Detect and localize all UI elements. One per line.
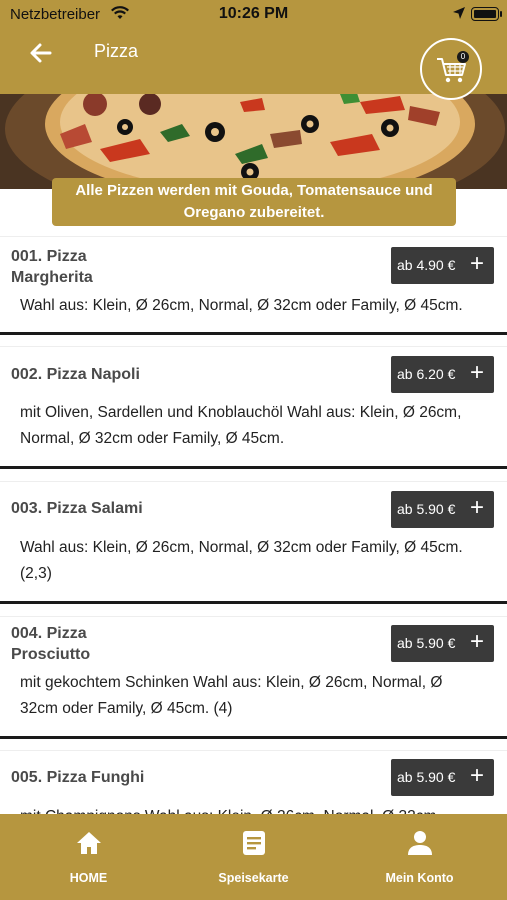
price-label: ab 5.90 € — [397, 635, 456, 651]
item-description: Wahl aus: Klein, Ø 26cm, Normal, Ø 32cm … — [20, 535, 502, 587]
plus-icon: + — [470, 359, 485, 386]
clock: 10:26 PM — [218, 5, 289, 22]
price-label: ab 4.90 € — [397, 257, 456, 273]
user-icon — [408, 831, 432, 855]
info-banner-line2: Oregano zubereitet. — [183, 204, 325, 221]
item-description: mit gekochtem Schinken Wahl aus: Klein, … — [20, 670, 502, 722]
nav-menu[interactable]: Speisekarte — [169, 814, 338, 900]
item-name: 003. Pizza Salami — [11, 498, 211, 519]
cart-button[interactable]: 0 — [420, 38, 482, 100]
nav-menu-label: Speisekarte — [218, 871, 289, 885]
battery-tip — [500, 11, 502, 17]
item-name: 004. Pizza Prosciutto — [11, 623, 211, 665]
item-description-line: Normal, Ø 32cm oder Family, Ø 45cm. — [20, 430, 285, 447]
nav-home-label: HOME — [69, 871, 108, 885]
item-name-line: 005. Pizza Funghi — [11, 769, 145, 786]
app-header: Pizza 0 — [0, 30, 507, 100]
item-description: mit Oliven, Sardellen und Knoblauchöl Wa… — [20, 400, 502, 452]
page-title: Pizza — [94, 41, 139, 61]
info-banner-line1: Alle Pizzen werden mit Gouda, Tomatensau… — [75, 182, 433, 199]
menu-item[interactable]: 003. Pizza Salami ab 5.90 € + Wahl aus: … — [0, 481, 507, 604]
item-divider — [0, 466, 507, 469]
plus-icon: + — [470, 762, 485, 789]
item-name: 002. Pizza Napoli — [11, 364, 211, 385]
item-name-line: 002. Pizza Napoli — [11, 366, 140, 383]
status-bar: Netzbetreiber 10:26 PM — [0, 0, 507, 30]
location-arrow-icon — [452, 6, 466, 25]
item-description-line: (2,3) — [20, 565, 52, 582]
item-name-line: Margherita — [11, 269, 93, 286]
home-icon — [77, 832, 101, 854]
item-name-line: 001. Pizza — [11, 248, 87, 265]
plus-icon: + — [470, 250, 485, 277]
plus-icon: + — [470, 628, 485, 655]
bottom-nav: HOME Speisekarte Mein Konto — [0, 814, 507, 900]
plus-icon: + — [470, 494, 485, 521]
item-divider — [0, 332, 507, 335]
item-divider — [0, 601, 507, 604]
item-description: Wahl aus: Klein, Ø 26cm, Normal, Ø 32cm … — [20, 293, 502, 319]
menu-item[interactable]: 004. Pizza Prosciutto ab 5.90 € + mit ge… — [0, 616, 507, 739]
menu-card-icon — [243, 831, 265, 855]
item-description-line: mit Oliven, Sardellen und Knoblauchöl Wa… — [20, 404, 462, 421]
nav-home[interactable]: HOME — [4, 814, 173, 900]
price-label: ab 5.90 € — [397, 769, 456, 785]
menu-item[interactable]: 001. Pizza Margherita ab 4.90 € + Wahl a… — [0, 236, 507, 335]
cart-count-badge: 0 — [457, 51, 469, 63]
item-name-line: 003. Pizza Salami — [11, 500, 143, 517]
item-divider — [0, 736, 507, 739]
battery-icon — [471, 7, 499, 21]
item-description-line: Wahl aus: Klein, Ø 26cm, Normal, Ø 32cm … — [20, 297, 463, 314]
item-description-line: mit gekochtem Schinken Wahl aus: Klein, … — [20, 674, 443, 691]
menu-item[interactable]: 002. Pizza Napoli ab 6.20 € + mit Oliven… — [0, 346, 507, 469]
nav-account[interactable]: Mein Konto — [335, 814, 504, 900]
add-to-cart-button[interactable]: ab 5.90 € + — [391, 759, 494, 796]
info-banner: Alle Pizzen werden mit Gouda, Tomatensau… — [52, 178, 456, 226]
item-description-line: Wahl aus: Klein, Ø 26cm, Normal, Ø 32cm … — [20, 539, 463, 556]
add-to-cart-button[interactable]: ab 5.90 € + — [391, 625, 494, 662]
item-name-line: Prosciutto — [11, 646, 91, 663]
add-to-cart-button[interactable]: ab 6.20 € + — [391, 356, 494, 393]
item-description-line: 32cm oder Family, Ø 45cm. (4) — [20, 700, 233, 717]
item-name-line: 004. Pizza — [11, 625, 87, 642]
add-to-cart-button[interactable]: ab 5.90 € + — [391, 491, 494, 528]
pizza-hero-image — [0, 94, 507, 189]
add-to-cart-button[interactable]: ab 4.90 € + — [391, 247, 494, 284]
item-name: 001. Pizza Margherita — [11, 246, 211, 288]
item-name: 005. Pizza Funghi — [11, 767, 211, 788]
nav-account-label: Mein Konto — [385, 871, 454, 885]
price-label: ab 5.90 € — [397, 501, 456, 517]
arrow-left-icon[interactable] — [26, 38, 56, 68]
price-label: ab 6.20 € — [397, 366, 456, 382]
